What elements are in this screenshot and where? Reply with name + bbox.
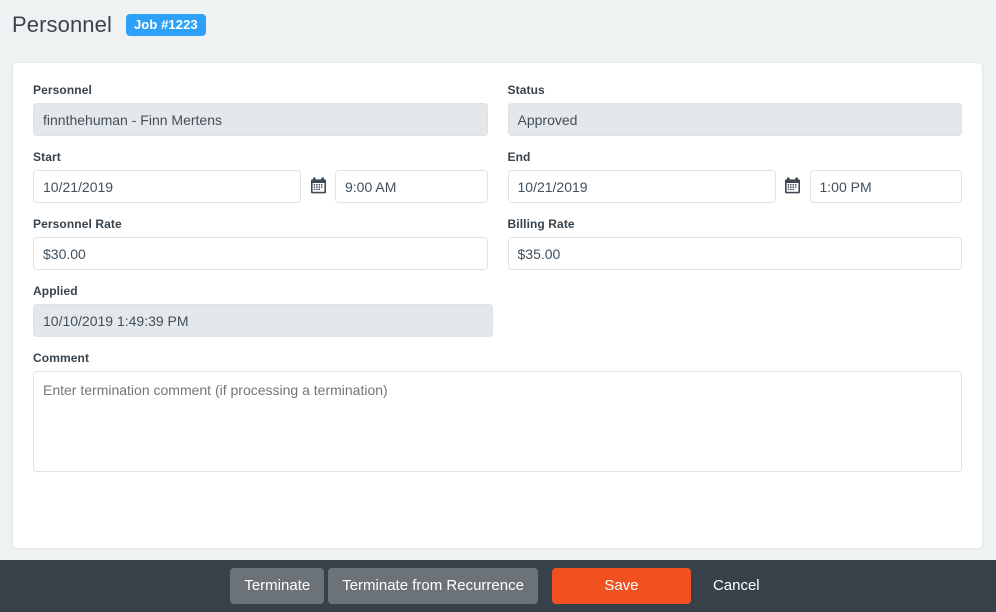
calendar-icon [784,177,801,197]
start-datetime-group [33,170,488,203]
form-row-start-end: Start [33,150,962,217]
form-column-billing-rate: Billing Rate [508,217,963,284]
comment-label: Comment [33,351,962,365]
field-personnel-rate: Personnel Rate [33,217,488,270]
comment-wrapper: Comment [33,351,962,491]
footer-action-bar: Terminate Terminate from Recurrence Save… [0,560,996,612]
cancel-button[interactable]: Cancel [707,568,766,604]
calendar-icon [310,177,327,197]
applied-label: Applied [33,284,493,298]
billing-rate-label: Billing Rate [508,217,963,231]
start-time-input[interactable] [335,170,488,203]
terminate-button[interactable]: Terminate [230,568,324,604]
field-start: Start [33,150,488,203]
end-time-input[interactable] [810,170,963,203]
status-input [508,103,963,136]
start-calendar-button[interactable] [301,170,335,203]
comment-textarea[interactable] [33,371,962,472]
start-label: Start [33,150,488,164]
form-row-rates: Personnel Rate Billing Rate [33,217,962,284]
end-date-input[interactable] [508,170,776,203]
applied-input [33,304,493,337]
form-column-personnel-rate: Personnel Rate [33,217,488,284]
save-button[interactable]: Save [552,568,691,604]
status-label: Status [508,83,963,97]
form-row-personnel-status: Personnel Status [33,83,962,150]
form-column-end: End [508,150,963,217]
personnel-label: Personnel [33,83,488,97]
field-status: Status [508,83,963,136]
form-row-comment: Comment [33,351,962,491]
field-billing-rate: Billing Rate [508,217,963,270]
field-end: End [508,150,963,203]
personnel-rate-label: Personnel Rate [33,217,488,231]
field-personnel: Personnel [33,83,488,136]
end-label: End [508,150,963,164]
terminate-from-recurrence-button[interactable]: Terminate from Recurrence [328,568,538,604]
form-row-applied: Applied [33,284,962,351]
form-column-right: Status [508,83,963,150]
personnel-input [33,103,488,136]
job-badge: Job #1223 [126,14,206,36]
page-header: Personnel Job #1223 [0,0,996,50]
personnel-rate-input[interactable] [33,237,488,270]
end-calendar-button[interactable] [776,170,810,203]
page-title: Personnel [12,14,112,36]
personnel-form-card: Personnel Status Start [12,62,983,549]
field-applied: Applied [33,284,493,337]
end-datetime-group [508,170,963,203]
billing-rate-input[interactable] [508,237,963,270]
field-comment: Comment [33,351,962,477]
start-date-input[interactable] [33,170,301,203]
form-column-start: Start [33,150,488,217]
form-column-applied-spacer [513,284,962,351]
form-column-applied: Applied [33,284,493,351]
form-column-left: Personnel [33,83,488,150]
